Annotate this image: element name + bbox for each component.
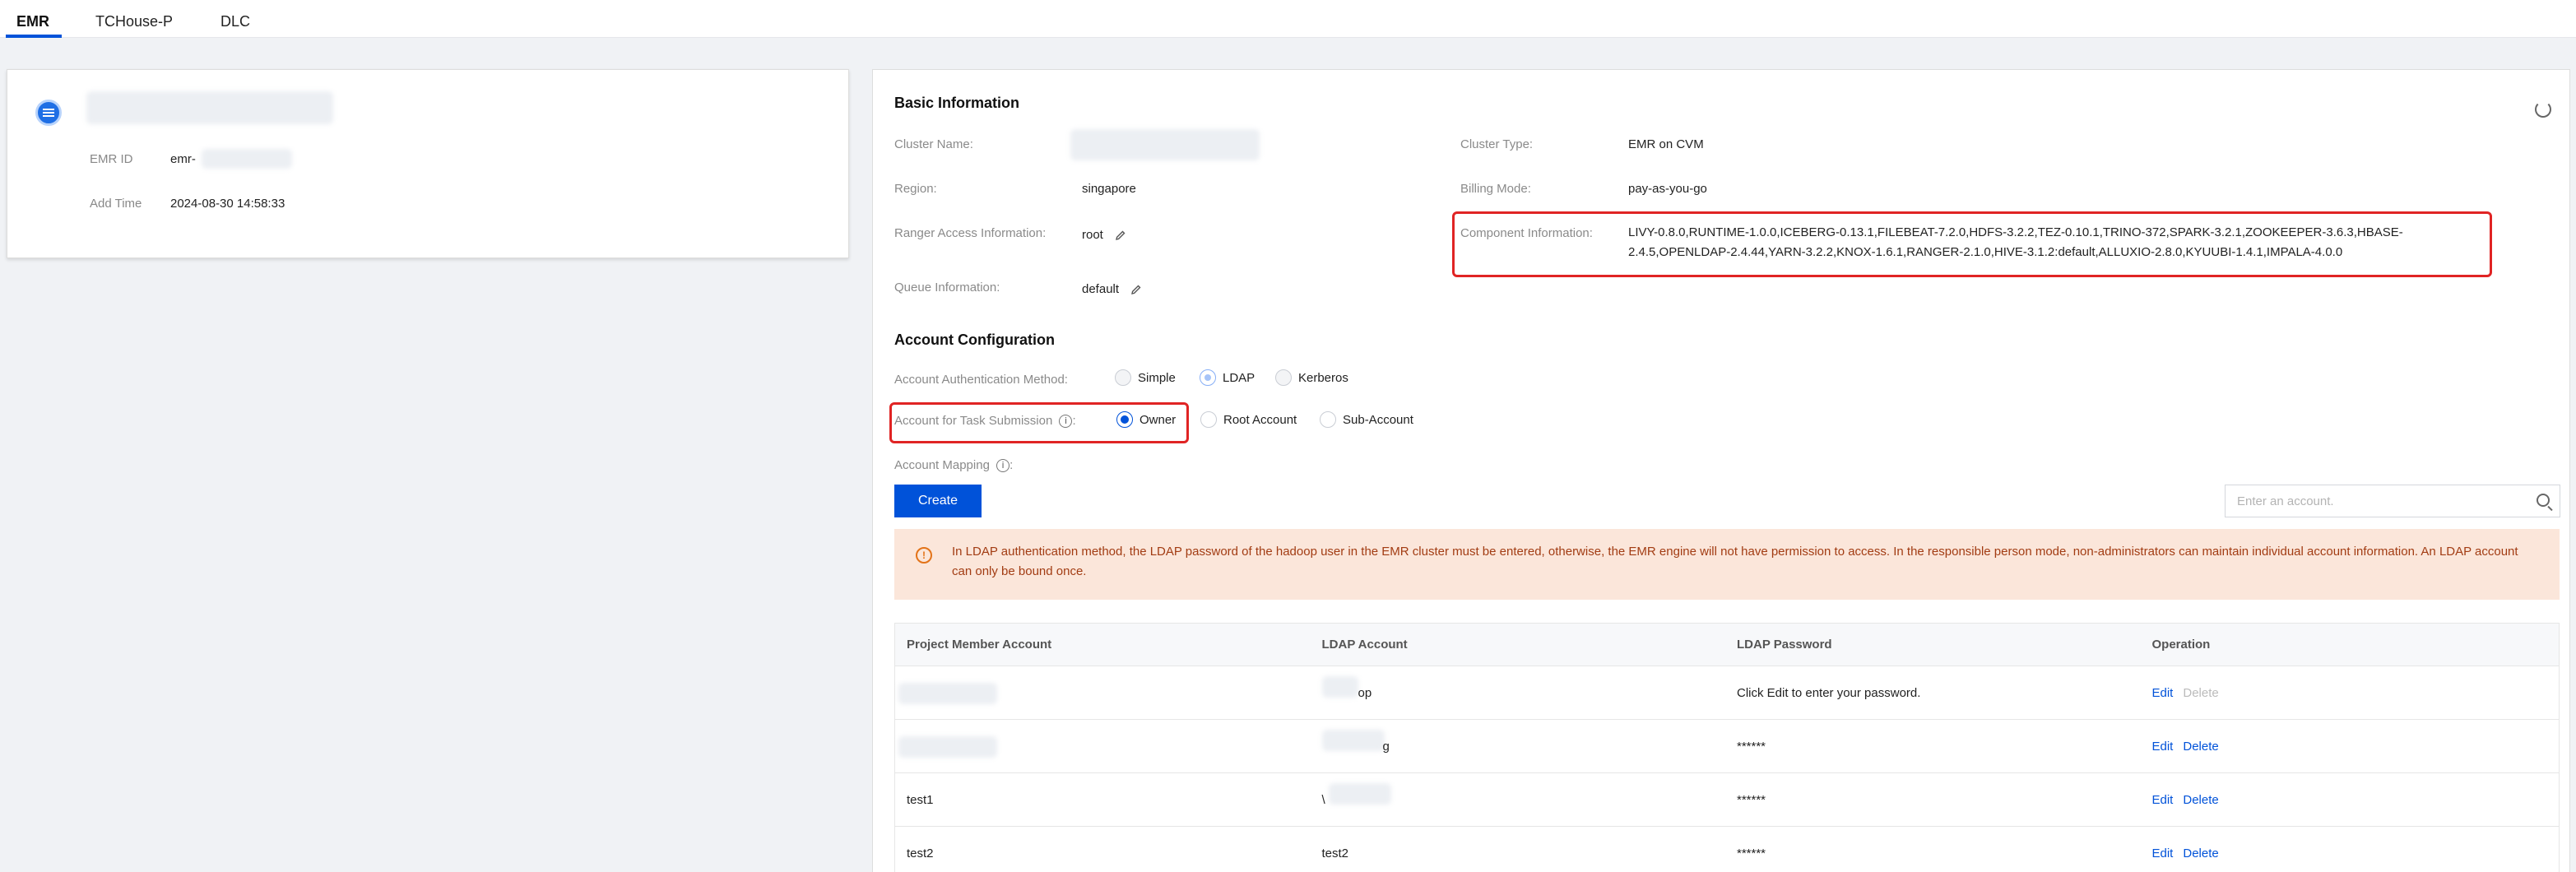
header-operation: Operation <box>2151 638 2211 652</box>
cluster-type-value: EMR on CVM <box>1628 137 1704 151</box>
emr-id-value: emr- <box>170 152 196 166</box>
create-button[interactable]: Create <box>894 485 982 517</box>
table-row: test2 test2 ****** Edit Delete <box>895 827 2559 872</box>
add-time-value: 2024-08-30 14:58:33 <box>170 197 285 211</box>
billing-mode-value: pay-as-you-go <box>1628 182 1707 196</box>
edit-pencil-icon[interactable] <box>1130 284 1142 295</box>
cluster-name-label: Cluster Name: <box>894 137 973 151</box>
component-info-label: Component Information: <box>1460 226 1593 240</box>
account-search-box <box>2225 485 2560 517</box>
tab-dlc[interactable]: DLC <box>220 13 250 30</box>
ranger-access-label: Ranger Access Information: <box>894 226 1047 240</box>
table-row: g ****** Edit Delete <box>895 720 2559 773</box>
radio-kerberos[interactable]: Kerberos <box>1275 369 1348 386</box>
ldap-password: ****** <box>1737 792 1766 807</box>
ldap-password: Click Edit to enter your password. <box>1737 685 1921 700</box>
component-info-value: LIVY-0.8.0,RUNTIME-1.0.0,ICEBERG-0.13.1,… <box>1628 225 2403 259</box>
edit-link[interactable]: Edit <box>2152 793 2174 807</box>
refresh-icon[interactable] <box>2535 101 2551 118</box>
header-member-account: Project Member Account <box>907 638 1052 652</box>
task-submission-suffix: : <box>1072 414 1076 428</box>
task-submission-label: Account for Task Submission <box>894 414 1053 428</box>
delete-link[interactable]: Delete <box>2183 793 2218 807</box>
account-mapping-suffix: : <box>1010 458 1014 472</box>
account-mapping-table: Project Member Account LDAP Account LDAP… <box>894 623 2560 872</box>
search-icon[interactable] <box>2537 494 2550 507</box>
delete-link: Delete <box>2183 685 2219 700</box>
cluster-type-label: Cluster Type: <box>1460 137 1534 151</box>
edit-pencil-icon[interactable] <box>1115 230 1126 241</box>
info-icon[interactable]: i <box>996 459 1010 473</box>
header-ldap-account: LDAP Account <box>1321 638 1408 652</box>
delete-link[interactable]: Delete <box>2183 846 2218 860</box>
ldap-account: g <box>1382 739 1390 754</box>
account-search-input[interactable] <box>2237 494 2525 508</box>
ldap-redacted <box>1321 675 1358 698</box>
member-account: test2 <box>907 846 934 860</box>
task-submission-field-label: Account for Task Submission i: <box>894 414 1076 429</box>
billing-mode-label: Billing Mode: <box>1460 182 1531 196</box>
alert-text: In LDAP authentication method, the LDAP … <box>952 545 2518 578</box>
region-label: Region: <box>894 182 937 196</box>
cluster-summary-card: EMR ID emr- Add Time 2024-08-30 14:58:33 <box>7 69 849 258</box>
ldap-password: ****** <box>1737 739 1766 754</box>
ldap-account: \ <box>1321 792 1325 807</box>
delete-link[interactable]: Delete <box>2183 740 2218 754</box>
account-mapping-label: Account Mapping <box>894 458 990 472</box>
account-mapping-field-label: Account Mapping i: <box>894 458 1014 473</box>
cluster-icon <box>35 100 62 126</box>
table-row: test1 \ ****** Edit Delete <box>895 773 2559 827</box>
region-value: singapore <box>1082 182 1136 196</box>
cluster-name-value-redacted <box>1070 129 1260 160</box>
account-config-title: Account Configuration <box>894 332 1055 348</box>
edit-link[interactable]: Edit <box>2152 846 2174 860</box>
radio-simple[interactable]: Simple <box>1115 369 1176 386</box>
edit-link[interactable]: Edit <box>2152 740 2174 754</box>
tab-tchouse-p[interactable]: TCHouse-P <box>95 13 173 30</box>
ldap-redacted <box>1328 782 1391 805</box>
radio-ldap[interactable]: LDAP <box>1200 369 1255 386</box>
tab-emr[interactable]: EMR <box>16 13 49 30</box>
ranger-access-field: root <box>1082 228 1126 242</box>
radio-root-account[interactable]: Root Account <box>1200 411 1297 428</box>
member-account: test1 <box>907 792 934 807</box>
top-tab-bar: EMR TCHouse-P DLC <box>0 0 2576 38</box>
member-redacted <box>898 683 997 704</box>
emr-id-label: EMR ID <box>90 152 133 166</box>
radio-owner[interactable]: Owner <box>1116 411 1176 428</box>
table-header: Project Member Account LDAP Account LDAP… <box>895 624 2559 666</box>
ldap-password: ****** <box>1737 846 1766 860</box>
header-ldap-password: LDAP Password <box>1737 638 1832 652</box>
queue-info-label: Queue Information: <box>894 281 1000 295</box>
ldap-account: test2 <box>1321 846 1349 860</box>
ldap-account: op <box>1358 685 1372 700</box>
queue-info-value: default <box>1082 282 1120 296</box>
info-icon[interactable]: i <box>1059 415 1073 429</box>
add-time-label: Add Time <box>90 197 142 211</box>
ldap-redacted <box>1321 729 1385 751</box>
queue-info-field: default <box>1082 282 1142 296</box>
cluster-detail-panel: Basic Information Cluster Name: Cluster … <box>872 69 2570 872</box>
member-redacted <box>898 736 997 758</box>
warning-icon: ! <box>916 547 932 564</box>
radio-sub-account[interactable]: Sub-Account <box>1320 411 1413 428</box>
ranger-access-value: root <box>1082 228 1103 242</box>
cluster-name-redacted <box>86 91 333 124</box>
auth-method-label: Account Authentication Method: <box>894 373 1068 387</box>
edit-link[interactable]: Edit <box>2152 686 2174 700</box>
emr-id-redacted <box>202 149 292 169</box>
ldap-warning-alert: ! In LDAP authentication method, the LDA… <box>894 529 2560 600</box>
active-tab-indicator <box>6 35 62 38</box>
table-row: op Click Edit to enter your password. Ed… <box>895 666 2559 720</box>
basic-info-title: Basic Information <box>894 95 1020 111</box>
